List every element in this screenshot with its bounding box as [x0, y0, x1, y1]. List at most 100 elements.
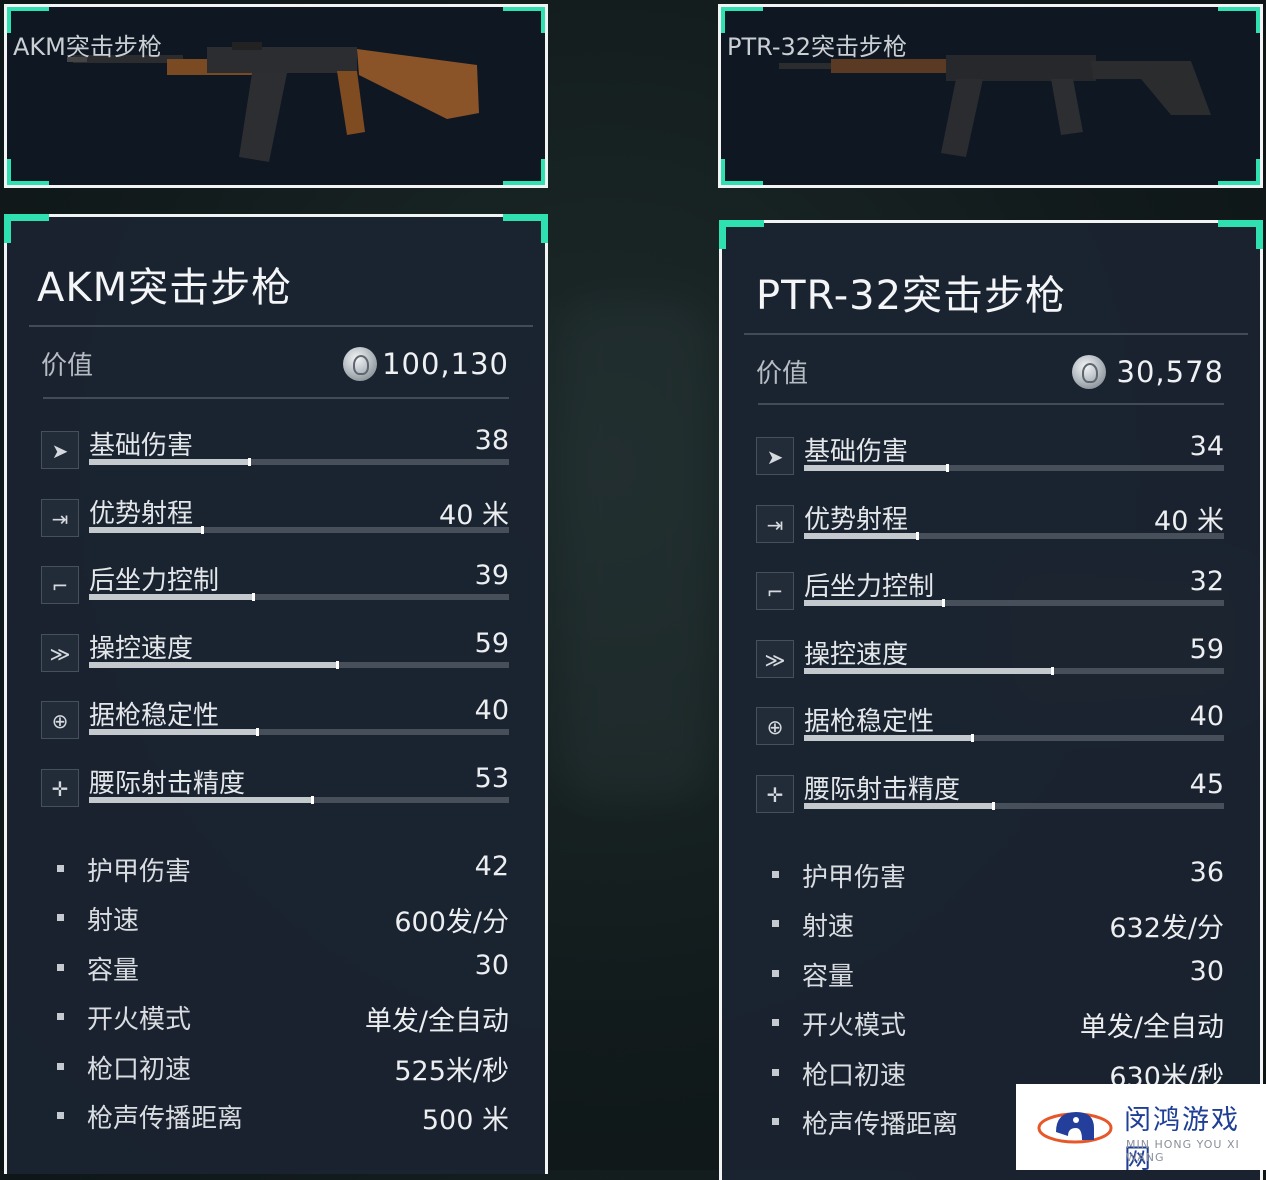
divider: [744, 333, 1248, 335]
stat-bar-fill: [89, 458, 251, 466]
stat-row: ⇥ 优势射程 40 米: [756, 499, 1224, 551]
coin-icon: [1072, 355, 1106, 389]
corner-bracket: [1218, 220, 1263, 249]
attribute-value: 600发/分: [394, 907, 509, 938]
stat-label: 后坐力控制: [89, 566, 220, 596]
site-pinyin: MIN HONG YOU XI WANG: [1126, 1138, 1240, 1164]
site-watermark: 闵鸿游戏网 MIN HONG YOU XI WANG: [1016, 1084, 1266, 1175]
bullet-icon: [57, 914, 64, 921]
stat-value: 32: [1189, 566, 1224, 597]
attribute-label: 开火模式: [87, 1005, 192, 1035]
stat-bar-fill: [89, 728, 259, 736]
stat-bar: [89, 526, 509, 534]
stat-bar: [89, 593, 509, 601]
weapon-image-title: AKM突击步枪: [13, 33, 162, 61]
site-logo-icon: [1037, 1112, 1113, 1144]
attribute-row: 枪口初速 525米/秒: [57, 1049, 509, 1089]
stat-bar-fill: [804, 667, 1054, 675]
recoil-icon: ⌐: [41, 566, 79, 604]
attribute-label: 护甲伤害: [802, 863, 907, 893]
handling-icon: ≫: [756, 640, 794, 678]
range-icon: ⇥: [41, 499, 79, 537]
bullet-icon: [57, 1063, 64, 1070]
attribute-value: 632发/分: [1109, 913, 1224, 944]
hipfire-icon: ✛: [41, 769, 79, 807]
weapon-image-card-left[interactable]: AKM突击步枪: [4, 4, 548, 188]
stat-row: ⊕ 据枪稳定性 40: [41, 695, 509, 747]
attribute-value: 30: [1189, 956, 1224, 987]
damage-icon: ➤: [756, 437, 794, 475]
attribute-row: 枪声传播距离 500 米: [57, 1098, 509, 1138]
bullet-icon: [772, 1069, 779, 1076]
bullet-icon: [772, 920, 779, 927]
stat-row: ➤ 基础伤害 34: [756, 431, 1224, 483]
attribute-label: 枪口初速: [87, 1055, 192, 1085]
stat-row: ≫ 操控速度 59: [41, 628, 509, 680]
corner-bracket: [503, 214, 548, 243]
stat-value: 45: [1189, 769, 1224, 800]
recoil-icon: ⌐: [756, 572, 794, 610]
attribute-label: 枪口初速: [802, 1061, 907, 1091]
crosshair-icon: ⊕: [41, 701, 79, 739]
bullet-icon: [772, 1118, 779, 1125]
stat-bar-fill: [804, 802, 995, 810]
corner-bracket: [719, 220, 764, 249]
attribute-row: 射速 632发/分: [772, 906, 1224, 946]
attribute-row: 开火模式 单发/全自动: [57, 999, 509, 1039]
divider: [758, 403, 1224, 405]
range-icon: ⇥: [756, 505, 794, 543]
stat-value: 38: [474, 425, 509, 456]
stat-label: 据枪稳定性: [89, 701, 220, 731]
stat-label: 腰际射击精度: [804, 775, 961, 805]
value-amount: 30,578: [1116, 355, 1224, 389]
stat-label: 优势射程: [89, 499, 194, 529]
attribute-value: 单发/全自动: [364, 1006, 509, 1037]
attribute-row: 开火模式 单发/全自动: [772, 1005, 1224, 1045]
stat-value: 53: [474, 763, 509, 794]
stat-value: 40: [1189, 701, 1224, 732]
stat-label: 据枪稳定性: [804, 707, 935, 737]
stat-label: 基础伤害: [804, 437, 909, 467]
attribute-value: 单发/全自动: [1079, 1012, 1224, 1043]
stat-bar: [804, 667, 1224, 675]
weapon-name: PTR-32突击步枪: [756, 273, 1067, 319]
value-label: 价值: [41, 351, 94, 381]
stat-value: 40: [474, 695, 509, 726]
stat-value: 59: [1189, 634, 1224, 665]
bullet-icon: [772, 871, 779, 878]
divider: [29, 325, 533, 327]
attribute-value: 36: [1189, 857, 1224, 888]
stat-bar-fill: [89, 526, 205, 534]
stat-bar: [89, 796, 509, 804]
stat-bar-fill: [804, 599, 945, 607]
coin-icon: [343, 347, 377, 381]
stat-label: 腰际射击精度: [89, 769, 246, 799]
stat-row: ✛ 腰际射击精度 53: [41, 763, 509, 815]
bullet-icon: [772, 970, 779, 977]
stat-value: 39: [474, 560, 509, 591]
corner-bracket: [4, 214, 49, 243]
attribute-label: 护甲伤害: [87, 857, 192, 887]
crosshair-icon: ⊕: [756, 707, 794, 745]
stat-label: 操控速度: [804, 640, 909, 670]
bullet-icon: [772, 1019, 779, 1026]
stat-bar: [804, 464, 1224, 472]
stat-bar: [89, 728, 509, 736]
bullet-icon: [57, 1013, 64, 1020]
value-label: 价值: [756, 359, 809, 389]
weapon-stats-panel-right: PTR-32突击步枪 价值 30,578 ➤ 基础伤害 34 ⇥ 优势射程 40…: [719, 220, 1263, 1180]
attribute-label: 容量: [87, 956, 140, 986]
stat-bar-fill: [89, 661, 339, 669]
stat-label: 操控速度: [89, 634, 194, 664]
weapon-image-card-right[interactable]: PTR-32突击步枪: [718, 4, 1263, 188]
hipfire-icon: ✛: [756, 775, 794, 813]
stat-bar-fill: [804, 532, 920, 540]
attribute-value: 30: [474, 950, 509, 981]
attribute-label: 枪声传播距离: [87, 1104, 244, 1134]
value-row: 价值 30,578: [756, 353, 1224, 393]
attribute-value: 500 米: [421, 1105, 509, 1136]
attribute-row: 容量 30: [57, 950, 509, 990]
attribute-row: 护甲伤害 42: [57, 851, 509, 891]
value-row: 价值 100,130: [41, 345, 509, 385]
attribute-row: 护甲伤害 36: [772, 857, 1224, 897]
